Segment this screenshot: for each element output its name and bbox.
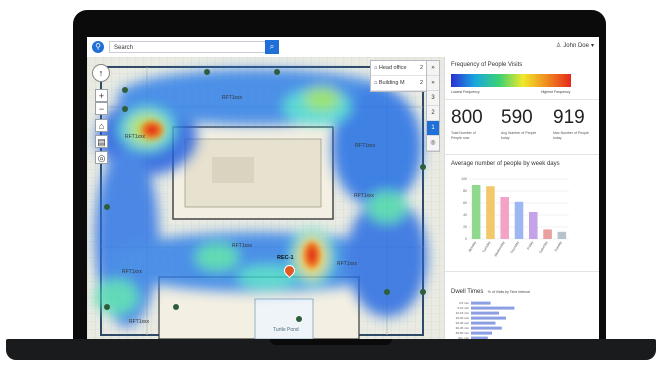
weekday-bar-chart: 100 80 60 40 20 0Monday Tuesday Wednesday Thursd…: [461, 177, 569, 258]
user-icon: ♙: [555, 43, 562, 49]
y-tick-label: 20: [463, 225, 467, 229]
user-menu[interactable]: ♙ John Doe ▾: [554, 42, 594, 49]
level-2[interactable]: 2: [427, 106, 439, 121]
floor-option-building-m[interactable]: ⌂ Building M2: [371, 76, 427, 91]
weekday-chart-title: Average number of people by week days: [451, 161, 560, 167]
dwell-category-label: 45-60 min: [456, 331, 470, 335]
compass-icon[interactable]: ↑: [92, 64, 110, 82]
turtle-pond: [254, 298, 314, 339]
courtyard-label: Turtle Pond: [273, 327, 299, 333]
dwell-category-label: 60+ min: [458, 336, 469, 339]
weekday-bar: [471, 185, 481, 239]
divider: [445, 271, 599, 272]
room-label: RFT1xxx: [354, 193, 374, 199]
dwell-times: Dwell Times % of Visits by Time Interval…: [451, 280, 591, 339]
weekday-bar: [529, 212, 538, 239]
y-tick-label: 60: [463, 201, 467, 205]
app-screen: ⚲ Search ⌕ ♙ John Doe ▾ ↑ + − ⌂ ▤ ◎ RFT1…: [87, 37, 599, 339]
dwell-bar: [471, 321, 496, 325]
dwell-bar: [471, 336, 488, 339]
app-logo-icon[interactable]: ⚲: [92, 41, 104, 53]
weekday-bar: [500, 197, 509, 239]
y-tick-label: 100: [461, 177, 467, 181]
y-tick-label: 0: [465, 237, 467, 241]
stat-label: Total Number of People now: [451, 131, 476, 140]
zoom-in-button[interactable]: +: [95, 89, 108, 102]
weekday-bar: [514, 201, 524, 239]
dwell-category-label: 15-20 min: [456, 316, 470, 320]
collapse-icon[interactable]: »: [427, 76, 439, 91]
search-icon[interactable]: ⌕: [265, 40, 279, 54]
top-bar: ⚲ Search ⌕ ♙ John Doe ▾: [87, 37, 599, 58]
dwell-category-label: 0-5 min: [459, 301, 469, 305]
floor-map[interactable]: ↑ + − ⌂ ▤ ◎ RFT1xxx RFT1xxx RFT1xxx RFT1…: [87, 57, 444, 339]
divider: [445, 154, 599, 155]
room-label: RFT1xxx: [222, 95, 242, 101]
dwell-bar: [471, 306, 515, 310]
room-label: RFT1xxx: [125, 134, 145, 140]
expand-icon[interactable]: »: [427, 61, 439, 76]
x-tick-label: Saturday: [538, 240, 548, 254]
stat-label: Avg Number of People today: [501, 131, 537, 140]
rec-label: REC-1: [277, 255, 294, 261]
dwell-bar: [471, 301, 491, 305]
stat-value: 590: [501, 107, 533, 128]
locate-icon[interactable]: ◎: [95, 151, 108, 164]
dwell-bar: [471, 311, 499, 315]
floor-plan-heatmap: [87, 57, 444, 339]
stat-label: Max Number of People today: [553, 131, 589, 140]
x-tick-label: Thursday: [510, 240, 521, 254]
dwell-category-label: 30-45 min: [456, 326, 470, 330]
chevron-down-icon: ▾: [590, 43, 594, 49]
x-tick-label: Monday: [468, 240, 478, 252]
dwell-category-label: 10-15 min: [456, 311, 470, 315]
locate-level-icon[interactable]: ◎: [427, 136, 439, 151]
dwell-category-label: 20-30 min: [456, 321, 470, 325]
frequency-title: Frequency of People Visits: [451, 62, 523, 68]
stat-value: 919: [553, 107, 585, 128]
layers-icon[interactable]: ▤: [95, 135, 108, 148]
y-tick-label: 40: [463, 213, 467, 217]
dwell-bar: [471, 316, 506, 320]
legend-low-label: Lowest Frequency: [451, 90, 480, 94]
x-tick-label: Wednesday: [493, 240, 505, 257]
x-tick-label: Sunday: [554, 240, 563, 252]
room-label: RFT1xxx: [232, 243, 252, 249]
courtyard-block: [212, 157, 254, 183]
building-floor-selector: ⌂ Head office 2 ⌂ Building M2: [370, 60, 428, 92]
zoom-out-button[interactable]: −: [95, 102, 108, 115]
weekday-chart: 100 80 60 40 20 0 Monday Tuesday Wednesday Thursd…: [451, 175, 591, 267]
room-label: RFT1xxx: [355, 143, 375, 149]
search-input[interactable]: Search: [109, 41, 277, 53]
laptop-base-notch: [270, 339, 392, 345]
home-icon[interactable]: ⌂: [95, 119, 108, 132]
y-tick-label: 80: [463, 189, 467, 193]
dwell-category-label: 5-10 min: [457, 306, 469, 310]
level-1[interactable]: 1: [427, 121, 439, 136]
weekday-bar: [486, 186, 495, 239]
x-tick-label: Friday: [526, 240, 534, 250]
dwell-bar-chart: 0-5 min5-10 min10-15 min15-20 min20-30 m…: [456, 301, 515, 339]
room-label: RFT1xxx: [337, 261, 357, 267]
analytics-panel: Frequency of People Visits Lowest Freque…: [444, 57, 599, 339]
dwell-bar: [471, 326, 502, 330]
x-tick-label: Tuesday: [482, 240, 492, 253]
user-name: John Doe: [563, 43, 589, 49]
stat-value: 800: [451, 107, 483, 128]
weekday-bar: [557, 231, 567, 239]
dwell-bar: [471, 331, 492, 335]
divider: [445, 99, 599, 100]
weekday-bar: [543, 229, 552, 239]
room-label: RFT1xxx: [129, 319, 149, 325]
level-selector: » » 3 2 1 ◎: [426, 60, 440, 152]
floor-option-head-office[interactable]: ⌂ Head office 2: [371, 61, 427, 76]
level-3[interactable]: 3: [427, 91, 439, 106]
room-label: RFT1xxx: [122, 269, 142, 275]
dwell-title: Dwell Times: [451, 289, 484, 295]
dwell-subtitle: % of Visits by Time Interval: [487, 290, 530, 294]
legend-high-label: Highest Frequency: [541, 90, 571, 94]
frequency-legend-bar: [451, 74, 571, 87]
